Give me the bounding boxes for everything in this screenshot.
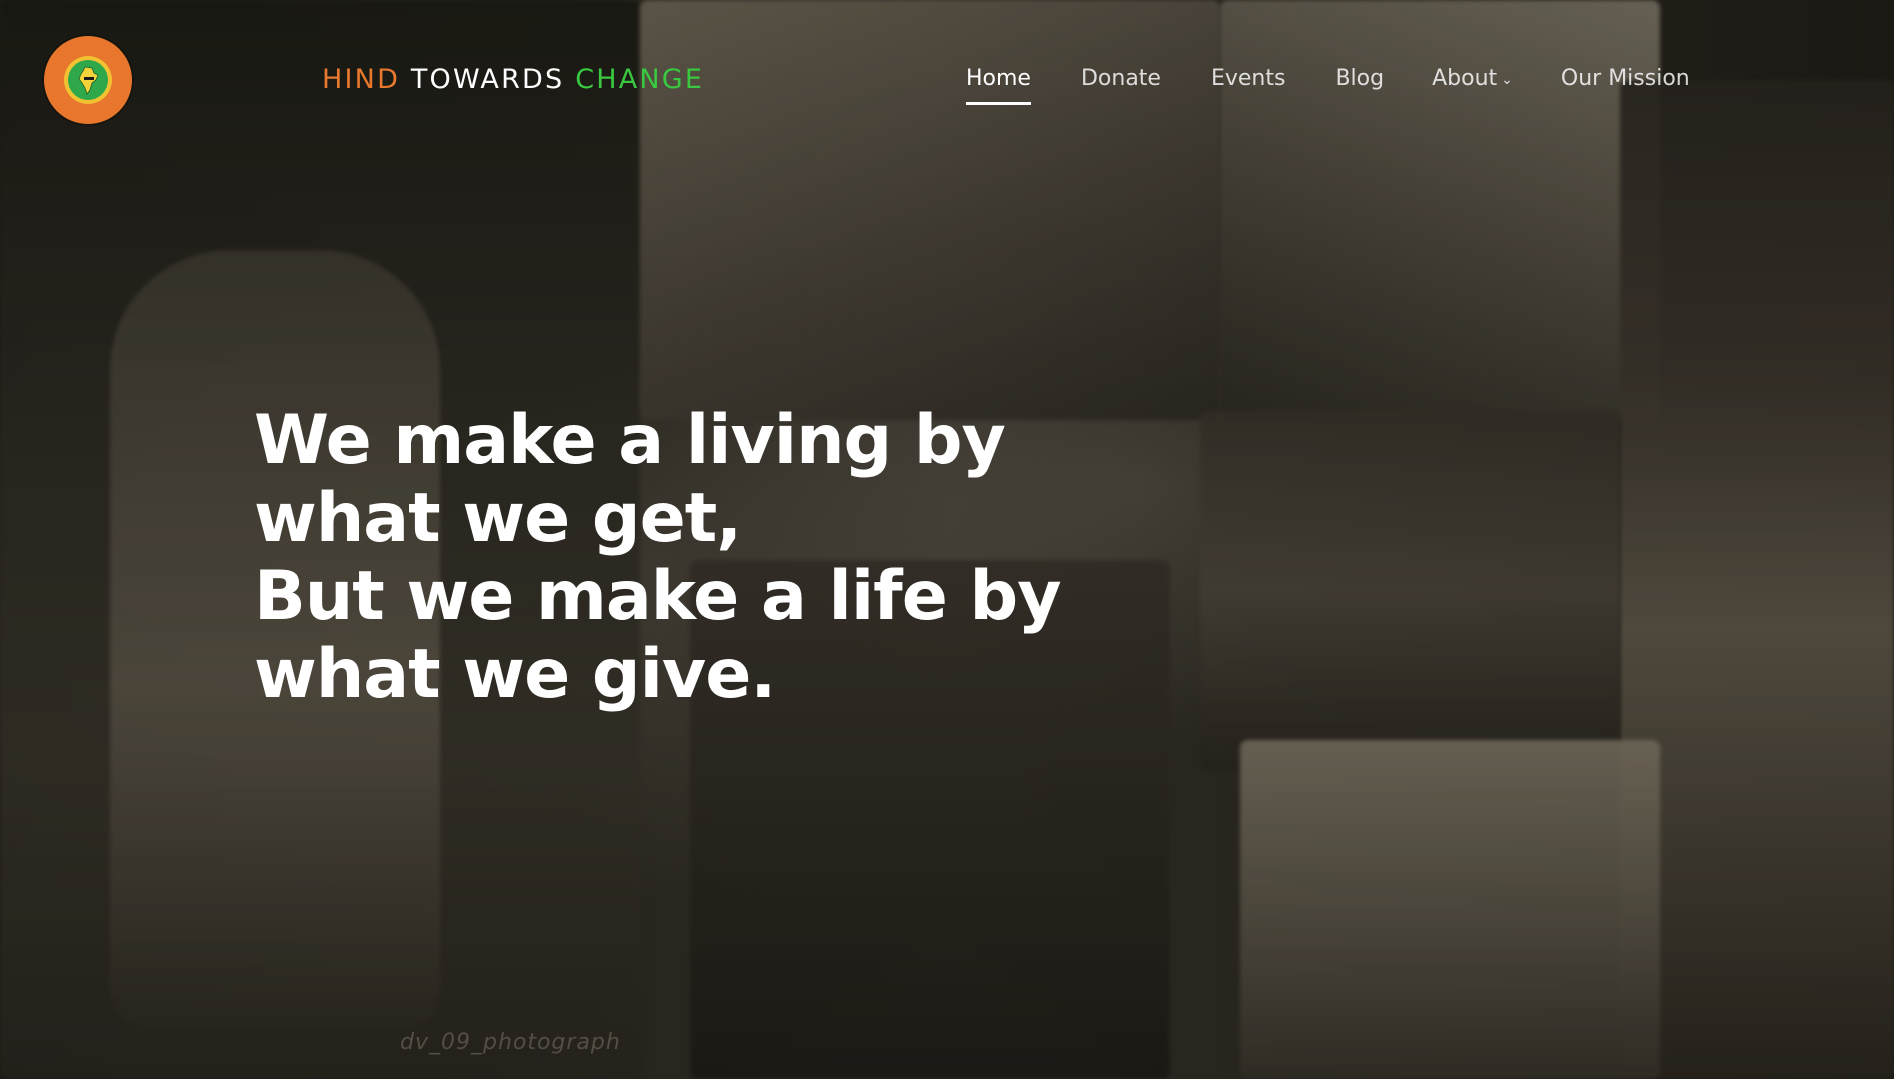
nav-home[interactable]: Home: [966, 66, 1031, 105]
nav-blog[interactable]: Blog: [1335, 66, 1384, 105]
nav-about-label: About: [1432, 66, 1498, 91]
hero-quote-line-2: what we get,: [254, 478, 742, 558]
nav-about[interactable]: About ⌄: [1432, 66, 1513, 105]
brand-word-towards: TOWARDS: [410, 64, 565, 95]
hero-quote: We make a living by what we get, But we …: [254, 400, 1062, 714]
hero-quote-line-1: We make a living by: [254, 400, 1006, 480]
hero-quote-line-4: what we give.: [254, 634, 776, 714]
site-logo[interactable]: [44, 36, 132, 124]
hero-quote-line-3: But we make a life by: [254, 556, 1062, 636]
brand-name[interactable]: HIND TOWARDS CHANGE: [322, 64, 704, 95]
brand-word-change: CHANGE: [575, 64, 705, 95]
brand-word-hind: HIND: [322, 64, 401, 95]
main-nav: Home Donate Events Blog About ⌄ Our Miss…: [966, 66, 1690, 105]
photo-watermark: dv_09_photograph: [400, 1030, 621, 1055]
nav-events[interactable]: Events: [1211, 66, 1286, 105]
chevron-down-icon: ⌄: [1501, 72, 1513, 88]
nav-our-mission[interactable]: Our Mission: [1561, 66, 1690, 105]
page: dv_09_photograph HIND TOWARDS CHANGE Hom…: [0, 0, 1894, 1079]
india-map-emblem-icon: [68, 60, 108, 100]
nav-donate[interactable]: Donate: [1081, 66, 1161, 105]
